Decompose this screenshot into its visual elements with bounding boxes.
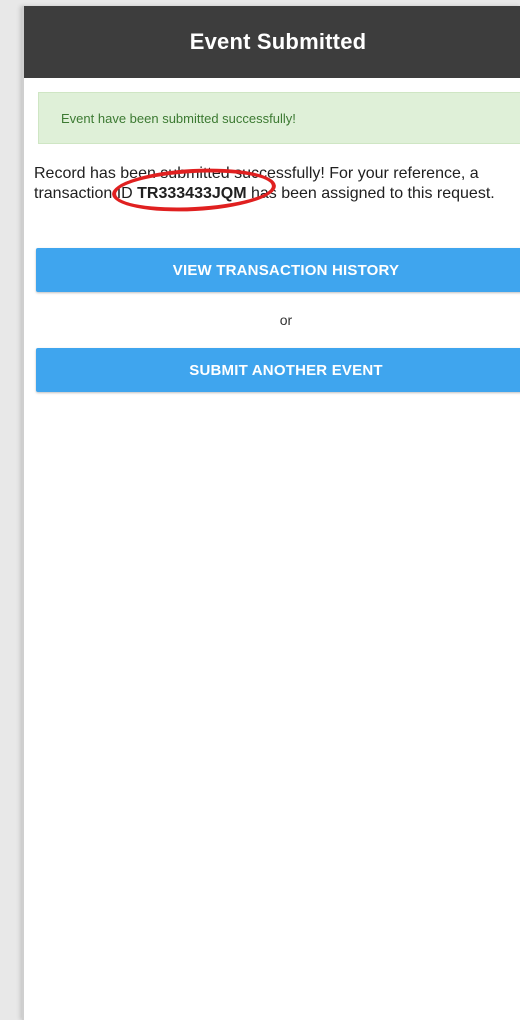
submit-another-event-button[interactable]: SUBMIT ANOTHER EVENT [36,348,520,392]
success-alert: Event have been submitted successfully! [38,92,520,144]
message-suffix: has been assigned to this request. [246,185,495,202]
app-screen: Event Submitted Event have been submitte… [22,6,520,1020]
success-alert-text: Event have been submitted successfully! [61,110,296,126]
page-title: Event Submitted [189,29,367,54]
app-header: Event Submitted [24,6,520,78]
or-separator: or [279,312,293,328]
confirmation-message: Record has been submitted successfully! … [34,164,518,204]
view-transaction-history-button[interactable]: VIEW TRANSACTION HISTORY [36,248,520,292]
